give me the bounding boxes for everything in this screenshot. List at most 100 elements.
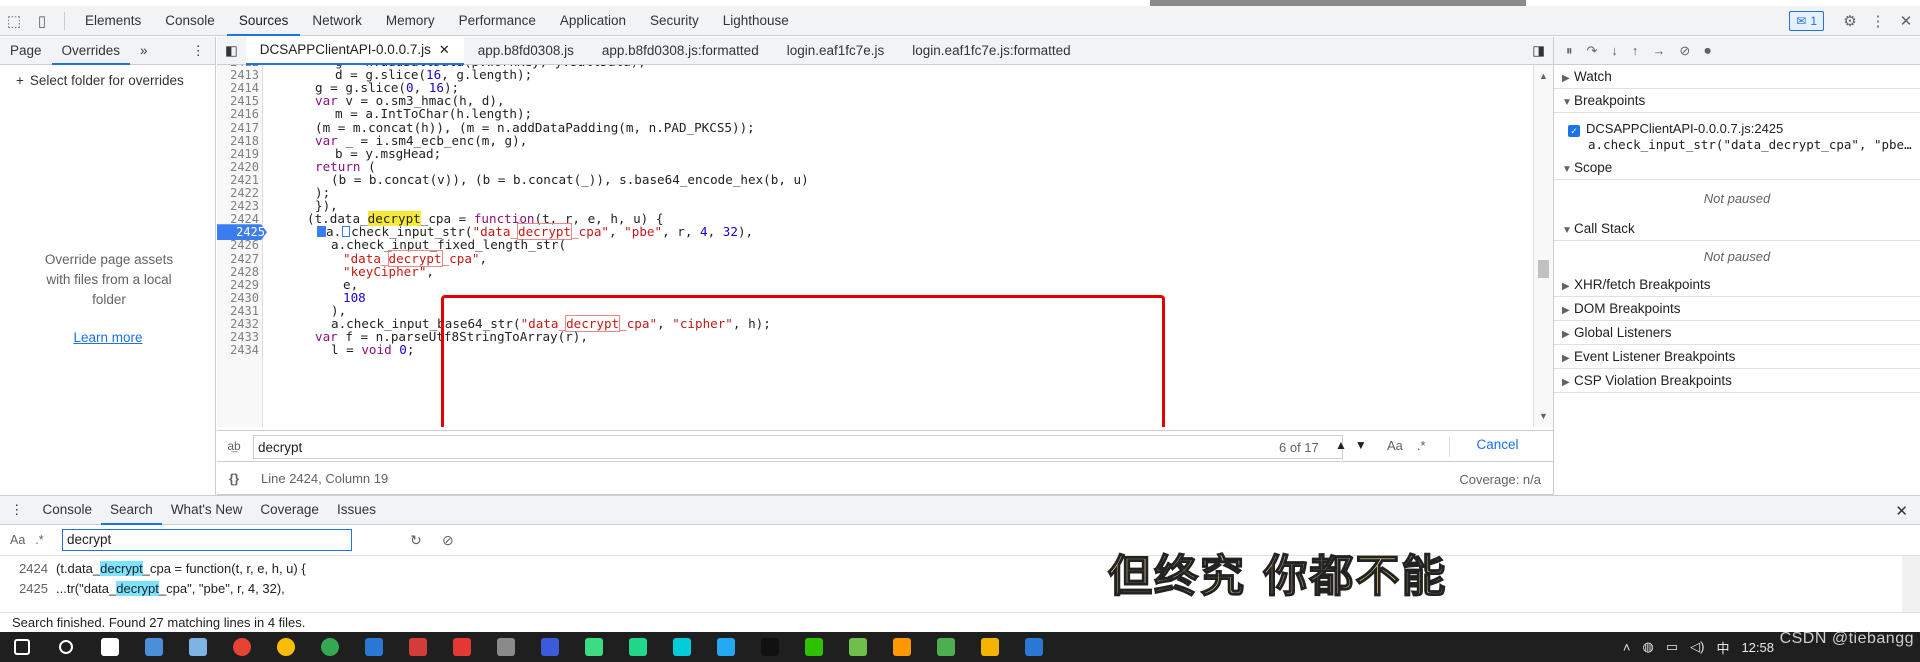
step-over-icon[interactable]: ↷	[1587, 43, 1598, 59]
scroll-up-icon[interactable]: ▲	[1539, 71, 1548, 81]
app-icon[interactable]	[1012, 632, 1056, 662]
settings-gear-icon[interactable]: ⚙	[1836, 6, 1864, 36]
chrome-icon[interactable]	[220, 632, 264, 662]
editor-tab[interactable]: login.eaf1fc7e.js:formatted	[898, 37, 1084, 65]
search-icon[interactable]	[44, 632, 88, 662]
app-icon[interactable]	[968, 632, 1012, 662]
tab-elements[interactable]: Elements	[73, 6, 153, 36]
step-into-icon[interactable]: ↓	[1611, 43, 1618, 58]
tray-up-arrow-icon[interactable]: ˄	[1623, 640, 1631, 655]
sublime-icon[interactable]	[880, 632, 924, 662]
cancel-find-button[interactable]: Cancel	[1449, 437, 1545, 457]
breakpoint-item[interactable]: ✓ DCSAPPClientAPI-0.0.0.7.js:2425 a.check…	[1568, 121, 1918, 152]
close-devtools-icon[interactable]: ✕	[1892, 6, 1920, 36]
issues-badge[interactable]: ✉ 1	[1789, 11, 1824, 31]
step-icon[interactable]: →	[1652, 43, 1665, 58]
nav-tab-overrides[interactable]: Overrides	[51, 37, 131, 65]
editor-scrollbar[interactable]: ▲ ▼	[1533, 65, 1553, 427]
inline-breakpoint-icon[interactable]	[342, 226, 351, 238]
code-editor[interactable]: 2412241324142415241624172418241924202421…	[217, 65, 1533, 427]
tab-memory[interactable]: Memory	[374, 6, 447, 36]
section-event-listener-breakpoints[interactable]: ▶ Event Listener Breakpoints	[1554, 345, 1920, 369]
pause-on-exceptions-icon[interactable]: ⏺	[1704, 43, 1711, 59]
tab-sources[interactable]: Sources	[226, 6, 301, 36]
wechat-icon[interactable]	[792, 632, 836, 662]
app-icon[interactable]	[836, 632, 880, 662]
tab-network[interactable]: Network	[300, 6, 374, 36]
breakpoint-marker-icon[interactable]	[317, 226, 326, 238]
find-input[interactable]: decrypt	[253, 435, 1343, 459]
volume-icon[interactable]: ◁)	[1690, 639, 1704, 655]
section-dom-breakpoints[interactable]: ▶ DOM Breakpoints	[1554, 297, 1920, 321]
drawer-tab-whats-new[interactable]: What's New	[162, 495, 252, 525]
editor-tab-active[interactable]: DCSAPPClientAPI-0.0.0.7.js ✕	[245, 36, 464, 65]
section-scope[interactable]: ▼ Scope	[1554, 156, 1920, 180]
drawer-tab-coverage[interactable]: Coverage	[251, 495, 328, 525]
scroll-down-icon[interactable]: ▼	[1539, 411, 1548, 421]
toggle-debugger-icon[interactable]: ◨	[1524, 37, 1553, 65]
tab-lighthouse[interactable]: Lighthouse	[711, 6, 801, 36]
pycharm-icon[interactable]	[616, 632, 660, 662]
app-icon[interactable]	[924, 632, 968, 662]
section-global-listeners[interactable]: ▶ Global Listeners	[1554, 321, 1920, 345]
close-tab-icon[interactable]: ✕	[439, 36, 450, 64]
vscode-icon[interactable]	[704, 632, 748, 662]
app-icon[interactable]	[132, 632, 176, 662]
tab-security[interactable]: Security	[638, 6, 711, 36]
pretty-print-icon[interactable]: {}	[217, 471, 251, 486]
app-icon[interactable]	[484, 632, 528, 662]
section-csp-violation-breakpoints[interactable]: ▶ CSP Violation Breakpoints	[1554, 369, 1920, 393]
app-icon[interactable]	[352, 632, 396, 662]
match-case-button[interactable]: Aa	[1387, 438, 1403, 453]
inspect-element-icon[interactable]: ⬚	[0, 6, 28, 36]
select-folder-button[interactable]: + Select folder for overrides	[16, 73, 184, 88]
tab-performance[interactable]: Performance	[447, 6, 548, 36]
search-match-case-button[interactable]: Aa	[10, 533, 25, 547]
deactivate-breakpoints-icon[interactable]: ⊘	[1679, 43, 1690, 59]
app-icon[interactable]	[528, 632, 572, 662]
qq-icon[interactable]	[748, 632, 792, 662]
section-call-stack[interactable]: ▼ Call Stack	[1554, 217, 1920, 241]
step-out-icon[interactable]: ↑	[1632, 43, 1639, 58]
section-xhr-breakpoints[interactable]: ▶ XHR/fetch Breakpoints	[1554, 273, 1920, 297]
navigator-menu-icon[interactable]: ⋮	[182, 37, 216, 65]
refresh-icon[interactable]: ↻	[410, 532, 422, 549]
drawer-tab-issues[interactable]: Issues	[328, 495, 385, 525]
scroll-thumb[interactable]	[1538, 260, 1549, 278]
editor-tab[interactable]: app.b8fd0308.js	[464, 37, 588, 65]
line-gutter[interactable]: 2412241324142415241624172418241924202421…	[217, 65, 267, 427]
search-result-row[interactable]: 2424 (t.data_decrypt_cpa = function(t, r,…	[0, 559, 306, 579]
android-icon[interactable]	[572, 632, 616, 662]
search-input[interactable]: decrypt	[62, 529, 352, 551]
editor-tab[interactable]: login.eaf1fc7e.js	[773, 37, 899, 65]
ime-indicator[interactable]: 中	[1716, 638, 1729, 657]
find-next-icon[interactable]: ▼	[1355, 438, 1367, 452]
chrome-icon[interactable]	[264, 632, 308, 662]
device-toolbar-icon[interactable]: ▯	[28, 6, 56, 36]
editor-tab[interactable]: app.b8fd0308.js:formatted	[588, 37, 773, 65]
more-options-icon[interactable]: ⋮	[1864, 6, 1892, 36]
regex-button[interactable]: .*	[1417, 438, 1426, 453]
section-breakpoints[interactable]: ▼ Breakpoints	[1554, 89, 1920, 113]
drawer-menu-icon[interactable]: ⋮	[0, 495, 34, 525]
drawer-tab-console[interactable]: Console	[34, 495, 102, 525]
record-icon[interactable]	[440, 632, 484, 662]
toggle-navigator-icon[interactable]: ◧	[217, 37, 246, 65]
nav-tab-page[interactable]: Page	[0, 37, 52, 65]
windows-icon[interactable]	[0, 632, 44, 662]
line-number[interactable]: 2434	[217, 342, 261, 358]
results-scrollbar[interactable]	[1902, 556, 1920, 612]
drawer-tab-search[interactable]: Search	[101, 495, 162, 525]
more-tabs-icon[interactable]: »	[130, 37, 158, 65]
close-drawer-icon[interactable]: ✕	[1895, 502, 1908, 520]
search-result-row[interactable]: 2425 ...tr("data_decrypt_cpa", "pbe", r, …	[0, 579, 285, 599]
chrome-icon[interactable]	[308, 632, 352, 662]
replace-toggle-icon[interactable]: a͢b	[217, 439, 251, 453]
learn-more-link[interactable]: Learn more	[0, 330, 216, 345]
clear-icon[interactable]: ⊘	[442, 532, 454, 549]
breakpoint-checkbox[interactable]: ✓	[1568, 125, 1580, 137]
tab-console[interactable]: Console	[153, 6, 227, 36]
app-icon[interactable]	[396, 632, 440, 662]
webstorm-icon[interactable]	[660, 632, 704, 662]
search-regex-button[interactable]: .*	[35, 533, 43, 547]
